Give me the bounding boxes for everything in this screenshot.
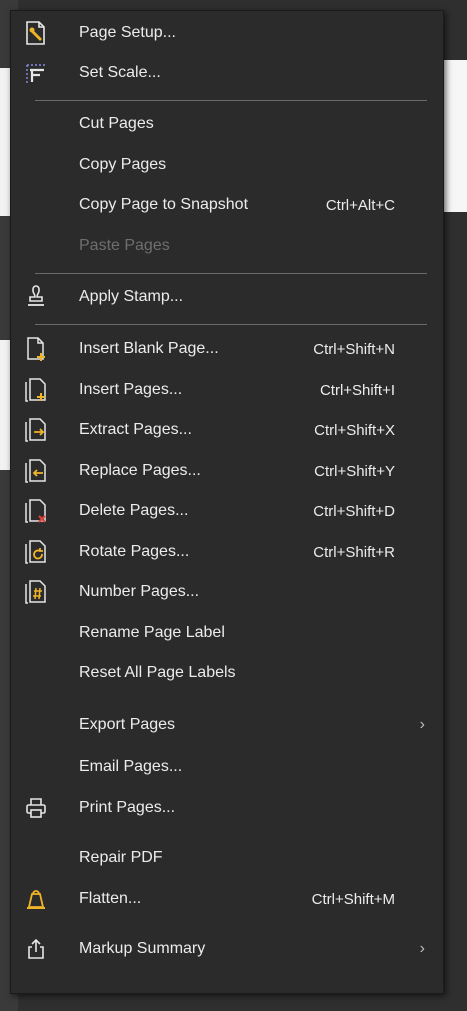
menu-item-label: Replace Pages...: [79, 462, 201, 479]
menu-item-label: Reset All Page Labels: [79, 664, 236, 681]
menu-item-cut-pages[interactable]: Cut Pages: [11, 104, 443, 144]
menu-item-label: Export Pages: [79, 716, 176, 733]
menu-item-delete-pages[interactable]: Delete Pages... Ctrl+Shift+D: [11, 491, 443, 531]
menu-item-print-pages[interactable]: Print Pages...: [11, 788, 443, 828]
menu-item-shortcut: Ctrl+Alt+C: [325, 196, 395, 214]
menu-item-apply-stamp[interactable]: Apply Stamp...: [11, 277, 443, 317]
menu-item-label: Markup Summary: [79, 940, 206, 957]
menu-item-label: Insert Blank Page...: [79, 340, 219, 357]
replace-pages-icon: [23, 458, 49, 484]
submenu-arrow-icon: ›: [419, 940, 425, 957]
menu-item-rename-page-label[interactable]: Rename Page Label: [11, 613, 443, 653]
menu-item-label: Number Pages...: [79, 583, 200, 600]
page-setup-icon: [23, 20, 49, 46]
menu-item-label: Rotate Pages...: [79, 543, 190, 560]
menu-item-rotate-pages[interactable]: Rotate Pages... Ctrl+Shift+R: [11, 532, 443, 572]
menu-item-repair-pdf[interactable]: Repair PDF: [11, 838, 443, 878]
number-pages-icon: [23, 579, 49, 605]
menu-item-label: Set Scale...: [79, 64, 161, 81]
menu-separator: [35, 100, 427, 101]
menu-item-label: Email Pages...: [79, 758, 183, 775]
menu-item-shortcut: Ctrl+Shift+M: [311, 890, 395, 908]
menu-separator: [35, 273, 427, 274]
background-page: [444, 60, 467, 212]
menu-item-shortcut: Ctrl+Shift+I: [319, 381, 395, 399]
rotate-pages-icon: [23, 539, 49, 565]
menu-item-label: Copy Pages: [79, 156, 167, 173]
menu-item-reset-page-labels[interactable]: Reset All Page Labels: [11, 653, 443, 693]
printer-icon: [23, 795, 49, 821]
menu-item-label: Delete Pages...: [79, 502, 189, 519]
menu-item-paste-pages: Paste Pages: [11, 226, 443, 266]
menu-item-email-pages[interactable]: Email Pages...: [11, 747, 443, 787]
menu-item-label: Paste Pages: [79, 237, 170, 254]
menu-item-set-scale[interactable]: Set Scale...: [11, 53, 443, 93]
stamp-icon: [23, 284, 49, 310]
submenu-arrow-icon: ›: [419, 716, 425, 733]
set-scale-icon: [23, 60, 49, 86]
menu-item-flatten[interactable]: Flatten... Ctrl+Shift+M: [11, 879, 443, 919]
menu-item-label: Copy Page to Snapshot: [79, 196, 249, 213]
menu-item-shortcut: Ctrl+Shift+N: [313, 340, 395, 358]
menu-item-markup-summary[interactable]: Markup Summary ›: [11, 929, 443, 969]
page-context-menu: Page Setup... Set Scale... Cut Pages Cop…: [10, 10, 444, 994]
menu-item-label: Flatten...: [79, 890, 142, 907]
menu-item-label: Page Setup...: [79, 24, 176, 41]
menu-item-shortcut: Ctrl+Shift+Y: [314, 462, 395, 480]
menu-item-export-pages[interactable]: Export Pages ›: [11, 705, 443, 745]
insert-blank-page-icon: [23, 336, 49, 362]
menu-separator: [35, 324, 427, 325]
menu-item-extract-pages[interactable]: Extract Pages... Ctrl+Shift+X: [11, 410, 443, 450]
menu-item-label: Apply Stamp...: [79, 288, 184, 305]
menu-item-number-pages[interactable]: Number Pages...: [11, 572, 443, 612]
menu-item-replace-pages[interactable]: Replace Pages... Ctrl+Shift+Y: [11, 451, 443, 491]
menu-item-shortcut: Ctrl+Shift+X: [314, 421, 395, 439]
menu-item-label: Print Pages...: [79, 799, 176, 816]
menu-item-shortcut: Ctrl+Shift+D: [313, 502, 395, 520]
flatten-icon: [23, 886, 49, 912]
menu-item-label: Insert Pages...: [79, 381, 183, 398]
menu-item-label: Extract Pages...: [79, 421, 192, 438]
menu-item-copy-page-snapshot[interactable]: Copy Page to Snapshot Ctrl+Alt+C: [11, 185, 443, 225]
delete-pages-icon: [23, 498, 49, 524]
menu-item-insert-blank-page[interactable]: Insert Blank Page... Ctrl+Shift+N: [11, 329, 443, 369]
menu-item-label: Repair PDF: [79, 849, 163, 866]
menu-item-copy-pages[interactable]: Copy Pages: [11, 145, 443, 185]
insert-pages-icon: [23, 377, 49, 403]
menu-item-label: Rename Page Label: [79, 624, 225, 641]
menu-item-label: Cut Pages: [79, 115, 154, 132]
menu-item-page-setup[interactable]: Page Setup...: [11, 13, 443, 53]
extract-pages-icon: [23, 417, 49, 443]
share-export-icon: [23, 936, 49, 962]
menu-item-insert-pages[interactable]: Insert Pages... Ctrl+Shift+I: [11, 370, 443, 410]
menu-item-shortcut: Ctrl+Shift+R: [313, 543, 395, 561]
